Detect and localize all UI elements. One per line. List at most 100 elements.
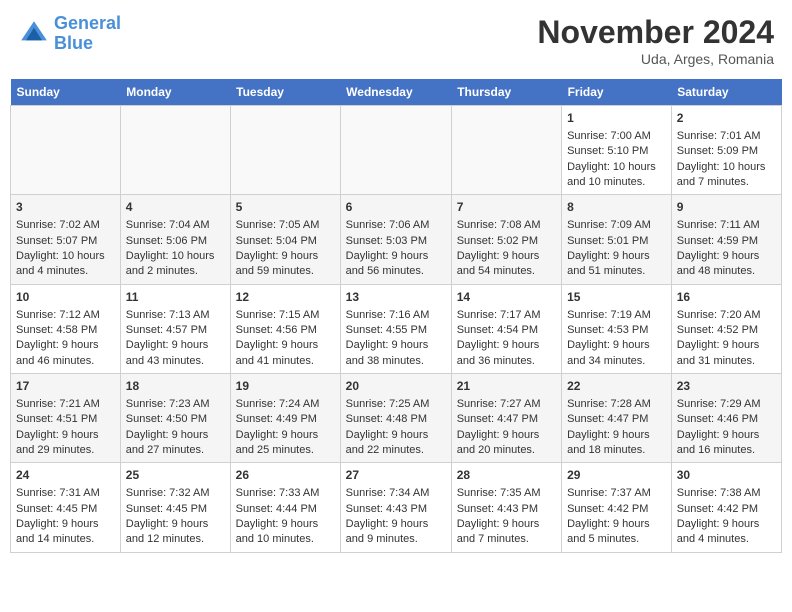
calendar-cell: 5Sunrise: 7:05 AMSunset: 5:04 PMDaylight… — [230, 195, 340, 284]
calendar-cell: 28Sunrise: 7:35 AMSunset: 4:43 PMDayligh… — [451, 463, 561, 552]
day-number: 15 — [567, 289, 666, 306]
calendar-cell: 8Sunrise: 7:09 AMSunset: 5:01 PMDaylight… — [562, 195, 672, 284]
calendar-cell: 10Sunrise: 7:12 AMSunset: 4:58 PMDayligh… — [11, 284, 121, 373]
calendar-cell: 7Sunrise: 7:08 AMSunset: 5:02 PMDaylight… — [451, 195, 561, 284]
day-info: Sunrise: 7:29 AM — [677, 397, 776, 412]
day-info: Sunset: 4:46 PM — [677, 412, 776, 427]
day-info: Sunset: 4:42 PM — [567, 502, 666, 517]
day-info: Daylight: 9 hours and 54 minutes. — [457, 249, 556, 280]
calendar-cell: 3 Sunrise: 7:02 AMSunset: 5:07 PMDaylight… — [11, 195, 121, 284]
day-number: 14 — [457, 289, 556, 306]
calendar-cell: 18Sunrise: 7:23 AMSunset: 4:50 PMDayligh… — [120, 374, 230, 463]
day-info: Daylight: 9 hours and 12 minutes. — [126, 517, 225, 548]
calendar-cell: 1 Sunrise: 7:00 AMSunset: 5:10 PMDaylight… — [562, 106, 672, 195]
calendar-cell — [451, 106, 561, 195]
weekday-header: Wednesday — [340, 79, 451, 106]
page-header: General Blue November 2024 Uda, Arges, R… — [10, 10, 782, 71]
calendar-cell: 2Sunrise: 7:01 AMSunset: 5:09 PMDaylight… — [671, 106, 781, 195]
calendar-cell: 9Sunrise: 7:11 AMSunset: 4:59 PMDaylight… — [671, 195, 781, 284]
day-number: 7 — [457, 199, 556, 216]
day-number: 4 — [126, 199, 225, 216]
day-info: Daylight: 9 hours and 56 minutes. — [346, 249, 446, 280]
day-info: Daylight: 9 hours and 27 minutes. — [126, 428, 225, 459]
logo: General Blue — [18, 14, 121, 54]
month-title: November 2024 — [537, 14, 774, 51]
day-info: Sunrise: 7:05 AM — [236, 218, 335, 233]
location: Uda, Arges, Romania — [537, 51, 774, 67]
day-info: Sunset: 4:48 PM — [346, 412, 446, 427]
day-info: Sunrise: 7:17 AM — [457, 308, 556, 323]
calendar-cell: 4Sunrise: 7:04 AMSunset: 5:06 PMDaylight… — [120, 195, 230, 284]
day-info: Sunset: 4:47 PM — [457, 412, 556, 427]
day-info: Daylight: 10 hours and 4 minutes. — [16, 249, 115, 280]
calendar-cell: 12Sunrise: 7:15 AMSunset: 4:56 PMDayligh… — [230, 284, 340, 373]
day-number: 6 — [346, 199, 446, 216]
calendar-cell — [340, 106, 451, 195]
calendar-cell — [230, 106, 340, 195]
day-info: Sunrise: 7:00 AM — [567, 129, 666, 144]
day-info: Sunset: 4:51 PM — [16, 412, 115, 427]
calendar-cell: 14Sunrise: 7:17 AMSunset: 4:54 PMDayligh… — [451, 284, 561, 373]
day-info: Sunset: 5:07 PM — [16, 234, 115, 249]
day-info: Sunrise: 7:12 AM — [16, 308, 115, 323]
day-info: Sunset: 4:49 PM — [236, 412, 335, 427]
day-number: 12 — [236, 289, 335, 306]
weekday-header: Thursday — [451, 79, 561, 106]
day-info: Sunrise: 7:06 AM — [346, 218, 446, 233]
day-info: Sunset: 4:55 PM — [346, 323, 446, 338]
calendar-cell: 25Sunrise: 7:32 AMSunset: 4:45 PMDayligh… — [120, 463, 230, 552]
day-number: 19 — [236, 378, 335, 395]
day-info: Daylight: 9 hours and 59 minutes. — [236, 249, 335, 280]
day-info: Daylight: 9 hours and 41 minutes. — [236, 338, 335, 369]
day-number: 3 — [16, 199, 115, 216]
weekday-header: Monday — [120, 79, 230, 106]
day-info: Daylight: 9 hours and 43 minutes. — [126, 338, 225, 369]
calendar-cell: 11Sunrise: 7:13 AMSunset: 4:57 PMDayligh… — [120, 284, 230, 373]
day-info: Daylight: 9 hours and 7 minutes. — [457, 517, 556, 548]
day-info: Sunset: 4:53 PM — [567, 323, 666, 338]
calendar-cell: 23Sunrise: 7:29 AMSunset: 4:46 PMDayligh… — [671, 374, 781, 463]
day-info: Daylight: 9 hours and 29 minutes. — [16, 428, 115, 459]
day-info: Sunset: 4:50 PM — [126, 412, 225, 427]
day-info: Sunrise: 7:04 AM — [126, 218, 225, 233]
calendar-cell: 20Sunrise: 7:25 AMSunset: 4:48 PMDayligh… — [340, 374, 451, 463]
day-info: Daylight: 9 hours and 46 minutes. — [16, 338, 115, 369]
day-info: Sunset: 4:52 PM — [677, 323, 776, 338]
day-number: 5 — [236, 199, 335, 216]
logo-text: General Blue — [54, 14, 121, 54]
day-info: Daylight: 9 hours and 10 minutes. — [236, 517, 335, 548]
calendar-cell: 13Sunrise: 7:16 AMSunset: 4:55 PMDayligh… — [340, 284, 451, 373]
day-info: Daylight: 9 hours and 18 minutes. — [567, 428, 666, 459]
day-info: Sunrise: 7:32 AM — [126, 486, 225, 501]
day-info: Daylight: 9 hours and 34 minutes. — [567, 338, 666, 369]
day-info: Sunrise: 7:33 AM — [236, 486, 335, 501]
day-info: Sunrise: 7:31 AM — [16, 486, 115, 501]
weekday-header: Saturday — [671, 79, 781, 106]
day-info: Sunrise: 7:01 AM — [677, 129, 776, 144]
day-info: Sunrise: 7:02 AM — [16, 218, 115, 233]
calendar-cell: 21Sunrise: 7:27 AMSunset: 4:47 PMDayligh… — [451, 374, 561, 463]
weekday-header: Friday — [562, 79, 672, 106]
day-info: Sunset: 4:45 PM — [16, 502, 115, 517]
logo-icon — [18, 18, 50, 50]
day-number: 24 — [16, 467, 115, 484]
day-number: 9 — [677, 199, 776, 216]
day-info: Sunrise: 7:23 AM — [126, 397, 225, 412]
day-number: 29 — [567, 467, 666, 484]
day-info: Sunset: 5:06 PM — [126, 234, 225, 249]
day-info: Daylight: 10 hours and 10 minutes. — [567, 160, 666, 191]
day-number: 21 — [457, 378, 556, 395]
day-info: Sunrise: 7:08 AM — [457, 218, 556, 233]
calendar-header: SundayMondayTuesdayWednesdayThursdayFrid… — [11, 79, 782, 106]
day-info: Sunset: 4:54 PM — [457, 323, 556, 338]
day-info: Sunset: 5:10 PM — [567, 144, 666, 159]
day-number: 1 — [567, 110, 666, 127]
day-info: Sunrise: 7:09 AM — [567, 218, 666, 233]
calendar-cell: 29Sunrise: 7:37 AMSunset: 4:42 PMDayligh… — [562, 463, 672, 552]
day-info: Daylight: 9 hours and 25 minutes. — [236, 428, 335, 459]
calendar-cell: 17Sunrise: 7:21 AMSunset: 4:51 PMDayligh… — [11, 374, 121, 463]
day-info: Daylight: 9 hours and 22 minutes. — [346, 428, 446, 459]
day-info: Sunset: 4:43 PM — [457, 502, 556, 517]
day-number: 13 — [346, 289, 446, 306]
day-info: Sunset: 5:01 PM — [567, 234, 666, 249]
